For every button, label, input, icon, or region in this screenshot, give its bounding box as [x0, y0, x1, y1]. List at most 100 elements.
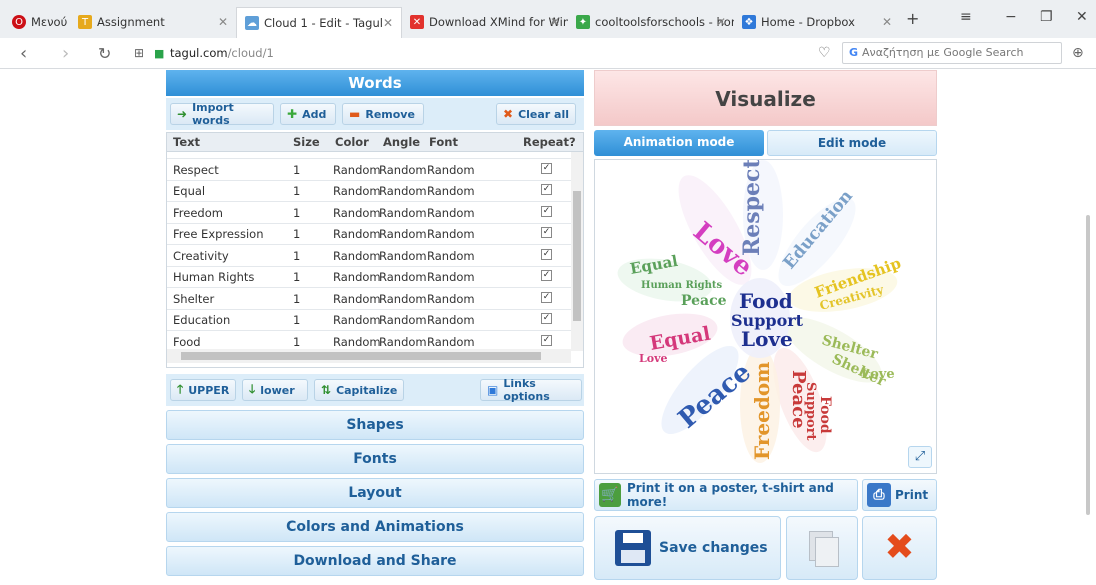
- col-size[interactable]: Size: [293, 135, 320, 149]
- import-words-button[interactable]: ➜ Import words: [170, 101, 274, 127]
- lowercase-button[interactable]: 🡓 lower: [242, 379, 308, 401]
- uppercase-button[interactable]: 🡑 UPPER: [170, 379, 236, 401]
- cell-text: Human Rights: [173, 270, 255, 284]
- print-poster-button[interactable]: 🛒 Print it on a poster, t-shirt and more…: [594, 479, 858, 511]
- cell-color: Random: [333, 227, 381, 241]
- col-repeat[interactable]: Repeat?: [523, 135, 576, 149]
- close-tab-icon[interactable]: ✕: [882, 15, 892, 29]
- download-icon[interactable]: ⊕: [1072, 45, 1084, 61]
- word-cloud-canvas[interactable]: Love Respect Education Friendship Creati…: [594, 159, 937, 474]
- cell-size: 1: [293, 334, 301, 349]
- upper-label: UPPER: [188, 383, 230, 397]
- repeat-checkbox[interactable]: ✓: [541, 162, 552, 174]
- heart-icon[interactable]: ♡: [818, 45, 831, 61]
- repeat-checkbox[interactable]: ✓: [541, 205, 552, 217]
- close-window-icon[interactable]: ✕: [1076, 9, 1088, 25]
- tab-cloud-edit[interactable]: ☁ Cloud 1 - Edit - Tagul ✕: [236, 7, 402, 38]
- browser-menu-button[interactable]: O Μενού: [4, 7, 68, 37]
- table-row[interactable]: Equal 1 Random Random Random ✓: [167, 180, 571, 202]
- print-button[interactable]: ⎙ Print: [862, 479, 937, 511]
- cell-angle: Random: [379, 270, 427, 284]
- cell-font: Random: [427, 313, 475, 327]
- cell-size: 1: [293, 184, 301, 198]
- repeat-checkbox[interactable]: ✓: [541, 334, 552, 346]
- fonts-section[interactable]: Fonts: [166, 444, 584, 474]
- layout-section[interactable]: Layout: [166, 478, 584, 508]
- cell-text: Shelter: [173, 291, 215, 306]
- opera-icon: O: [12, 15, 26, 29]
- cell-angle: Random: [379, 184, 427, 198]
- cell-angle: Random: [379, 205, 427, 220]
- edit-mode-tab[interactable]: Edit mode: [767, 130, 937, 156]
- table-row[interactable]: Education 1 Random Random Random ✓: [167, 309, 571, 331]
- cell-text: Food: [173, 334, 201, 349]
- animation-mode-tab[interactable]: Animation mode: [594, 130, 764, 156]
- cell-font: Random: [427, 248, 475, 263]
- clear-icon: ✖: [503, 107, 514, 121]
- minus-icon: ▬: [349, 107, 361, 121]
- words-header[interactable]: Words: [166, 70, 584, 96]
- reload-icon[interactable]: ↻: [98, 44, 111, 63]
- repeat-checkbox[interactable]: ✓: [541, 248, 552, 260]
- minimize-icon[interactable]: −: [1005, 9, 1017, 25]
- close-tab-icon[interactable]: ✕: [383, 16, 393, 30]
- download-share-section[interactable]: Download and Share: [166, 546, 584, 576]
- table-row[interactable]: Creativity 1 Random Random Random ✓: [167, 245, 571, 267]
- col-color[interactable]: Color: [335, 135, 369, 149]
- cloud-word: Freedom: [750, 362, 774, 460]
- scroll-thumb[interactable]: [181, 352, 541, 360]
- table-row[interactable]: Freedom 1 Random Random Random ✓: [167, 202, 571, 224]
- tab-xmind[interactable]: ✕ Download XMind for Wind ✕: [402, 7, 568, 37]
- browser-tab-bar: O Μενού T Assignment ✕ ☁ Cloud 1 - Edit …: [0, 0, 1096, 39]
- clear-label: Clear all: [518, 107, 570, 121]
- page-scrollbar[interactable]: [1086, 215, 1090, 515]
- table-row[interactable]: Respect 1 Random Random Random ✓: [167, 159, 571, 181]
- table-vertical-scrollbar[interactable]: [571, 151, 583, 351]
- col-text[interactable]: Text: [173, 135, 200, 149]
- clear-all-button[interactable]: ✖ Clear all: [496, 103, 576, 125]
- cell-color: Random: [333, 334, 381, 349]
- add-label: Add: [302, 107, 327, 121]
- table-row[interactable]: Human Rights 1 Random Random Random ✓: [167, 266, 571, 288]
- save-changes-button[interactable]: Save changes: [594, 516, 781, 580]
- close-tab-icon[interactable]: ✕: [218, 15, 228, 29]
- speed-dial-icon[interactable]: ⊞: [134, 46, 144, 60]
- delete-button[interactable]: ✖: [862, 516, 937, 580]
- maximize-icon[interactable]: ❐: [1040, 9, 1053, 25]
- search-input[interactable]: G Αναζήτηση με Google Search: [842, 42, 1062, 64]
- add-word-button[interactable]: ✚ Add: [280, 103, 336, 125]
- col-font[interactable]: Font: [429, 135, 458, 149]
- tab-label: Cloud 1 - Edit - Tagul: [264, 16, 383, 30]
- repeat-checkbox[interactable]: ✓: [541, 227, 552, 238]
- table-row[interactable]: Shelter 1 Random Random Random ✓: [167, 288, 571, 310]
- close-tab-icon[interactable]: ✕: [716, 15, 726, 29]
- back-icon[interactable]: ‹: [20, 43, 27, 64]
- scroll-thumb[interactable]: [573, 191, 581, 321]
- fullscreen-icon[interactable]: ⤢: [908, 446, 932, 468]
- colors-animations-section[interactable]: Colors and Animations: [166, 512, 584, 542]
- forward-icon[interactable]: ›: [62, 43, 69, 64]
- repeat-checkbox[interactable]: ✓: [541, 184, 552, 195]
- capitalize-button[interactable]: ⇅ Capitalize: [314, 379, 404, 401]
- table-row[interactable]: Free Expression 1 Random Random Random ✓: [167, 223, 571, 245]
- url-field[interactable]: tagul.com/cloud/1: [170, 46, 274, 60]
- col-angle[interactable]: Angle: [383, 135, 420, 149]
- copy-button[interactable]: [786, 516, 858, 580]
- tab-cooltools[interactable]: ✦ cooltoolsforschools - hom ✕: [568, 7, 734, 37]
- remove-word-button[interactable]: ▬ Remove: [342, 103, 424, 125]
- tab-assignment[interactable]: T Assignment ✕: [70, 7, 236, 37]
- cell-size: 1: [293, 313, 301, 327]
- visualize-button[interactable]: Visualize: [594, 70, 937, 126]
- tab-label: Download XMind for Wind: [429, 15, 568, 29]
- tab-menu-icon[interactable]: ≡: [960, 9, 972, 25]
- links-options-button[interactable]: ▣ Links options: [480, 377, 582, 403]
- new-tab-icon[interactable]: +: [906, 9, 919, 28]
- url-host: tagul.com: [170, 46, 228, 60]
- table-horizontal-scrollbar[interactable]: [167, 349, 571, 363]
- tab-dropbox[interactable]: ❖ Home - Dropbox ✕: [734, 7, 900, 37]
- repeat-checkbox[interactable]: ✓: [541, 313, 552, 324]
- close-tab-icon[interactable]: ✕: [550, 15, 560, 29]
- shapes-section[interactable]: Shapes: [166, 410, 584, 440]
- repeat-checkbox[interactable]: ✓: [541, 270, 552, 281]
- repeat-checkbox[interactable]: ✓: [541, 291, 552, 303]
